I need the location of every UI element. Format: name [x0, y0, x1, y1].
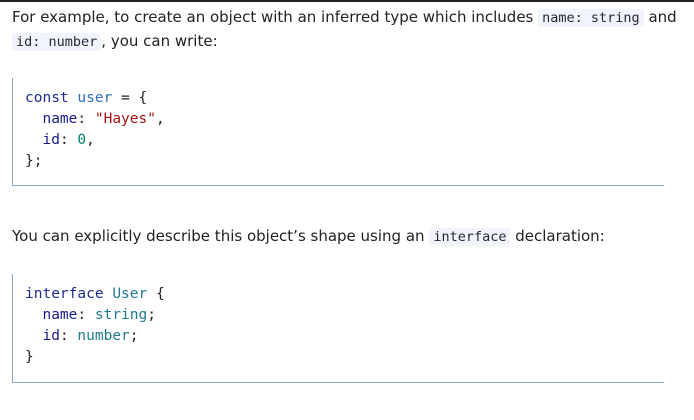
- colon: :: [77, 307, 95, 323]
- code-content: interface User { name: string; id: numbe…: [25, 284, 664, 368]
- code-block-interface: interface User { name: string; id: numbe…: [12, 274, 664, 383]
- keyword-const: const: [25, 90, 69, 106]
- intro-text-middle: and: [643, 8, 677, 26]
- semicolon: ;: [129, 328, 139, 344]
- variable-user: user: [77, 90, 113, 106]
- type-number: number: [77, 328, 130, 344]
- inline-code-name-string: name: string: [538, 9, 644, 27]
- property-id: id: [42, 328, 60, 344]
- code-content: const user = { name: "Hayes", id: 0, };: [25, 88, 664, 172]
- intro-text-after: , you can write:: [101, 32, 218, 50]
- comma: ,: [155, 111, 165, 127]
- property-id: id: [42, 132, 60, 148]
- keyword-interface: interface: [25, 286, 104, 302]
- assign-open-brace: = {: [112, 90, 148, 106]
- open-brace: {: [147, 286, 165, 302]
- intro-paragraph: For example, to create an object with an…: [12, 6, 682, 54]
- colon: :: [77, 111, 95, 127]
- intro-text-before: For example, to create an object with an…: [12, 8, 539, 26]
- close-brace: };: [25, 153, 43, 169]
- type-user: User: [112, 286, 148, 302]
- comma: ,: [86, 132, 95, 148]
- inline-code-id-number: id: number: [12, 33, 102, 51]
- close-brace: }: [25, 349, 34, 365]
- semicolon: ;: [147, 307, 156, 323]
- colon: :: [59, 132, 78, 148]
- interface-text-before: You can explicitly describe this object’…: [12, 227, 430, 245]
- interface-paragraph: You can explicitly describe this object’…: [12, 225, 682, 249]
- number-zero: 0: [77, 132, 87, 148]
- type-string: string: [94, 307, 148, 323]
- code-block-object-literal: const user = { name: "Hayes", id: 0, };: [12, 78, 664, 186]
- string-hayes: "Hayes": [94, 111, 156, 127]
- interface-text-after: declaration:: [510, 227, 605, 245]
- inline-code-interface: interface: [429, 228, 511, 246]
- property-name: name: [42, 307, 78, 323]
- top-divider: [0, 0, 694, 2]
- property-name: name: [42, 111, 78, 127]
- colon: :: [59, 328, 78, 344]
